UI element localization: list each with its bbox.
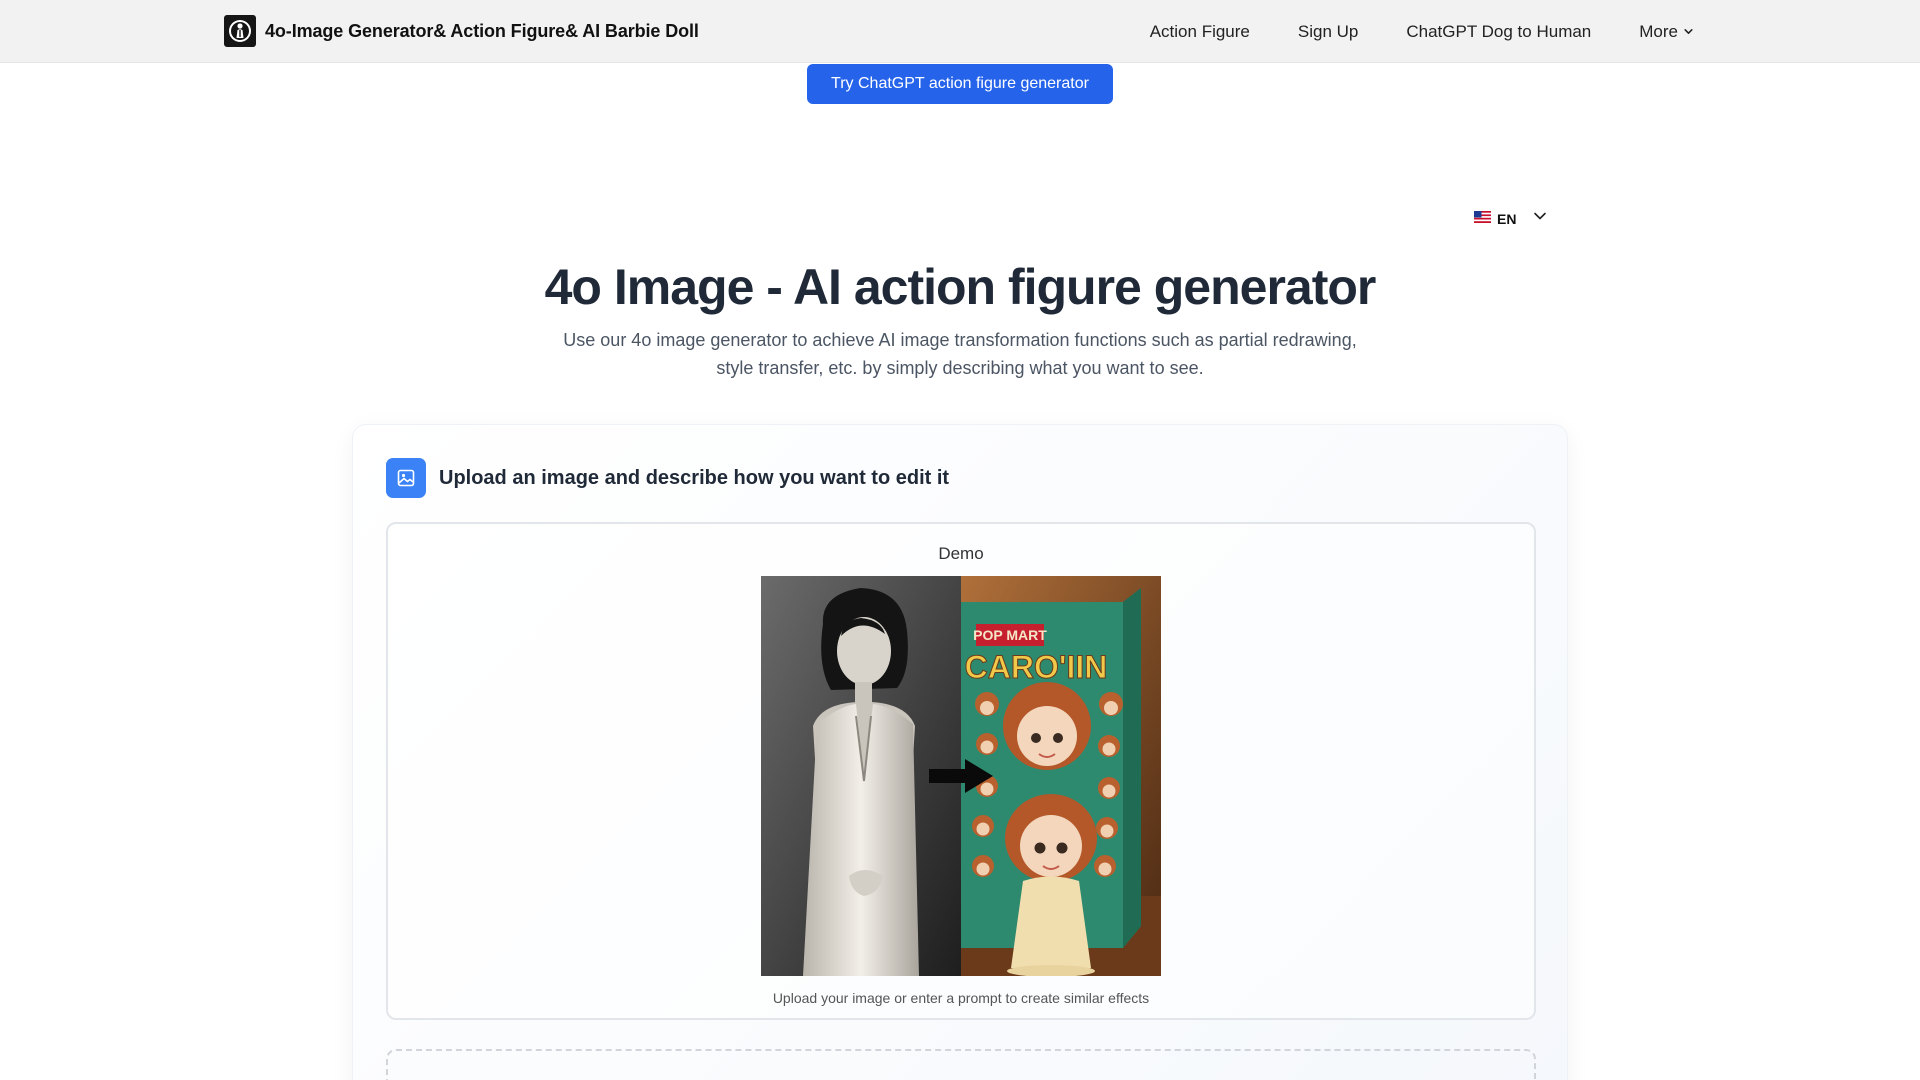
nav-link-label: Action Figure [1149,21,1250,41]
language-selector[interactable]: EN [1474,208,1548,229]
nav-more-dropdown[interactable]: More [1639,22,1694,42]
demo-image: POP MART CARO'IIN [761,576,1161,976]
top-navigation: 4o-Image Generator& Action Figure& AI Ba… [0,0,1920,63]
nav-link-label: Sign Up [1297,21,1359,41]
chevron-down-icon [1532,208,1548,229]
chevron-down-icon [1683,22,1694,42]
nav-link-label: More [1639,21,1678,41]
try-action-figure-button[interactable]: Try ChatGPT action figure generator [807,64,1113,104]
demo-label: Demo [938,544,984,563]
box-title-text: CARO'IIN [965,649,1108,685]
box-brand-text: POP MART [973,627,1047,643]
image-icon [386,458,426,498]
main-nav: Action Figure Sign Up ChatGPT Dog to Hum… [1150,0,1694,63]
editor-title: Upload an image and describe how you wan… [439,466,950,489]
page-subtitle: Use our 4o image generator to achieve AI… [563,330,1357,378]
editor-panel: Upload an image and describe how you wan… [352,424,1568,1080]
brand-name: 4o-Image Generator& Action Figure& AI Ba… [265,20,699,41]
nav-link-action-figure[interactable]: Action Figure [1150,22,1250,42]
upload-dropzone[interactable] [386,1049,1536,1080]
nav-link-sign-up[interactable]: Sign Up [1298,22,1358,42]
nav-link-label: ChatGPT Dog to Human [1406,21,1592,41]
brand-link[interactable]: 4o-Image Generator& Action Figure& AI Ba… [224,15,699,47]
figure-logo-icon [224,15,256,47]
language-code: EN [1497,210,1517,227]
demo-box: Demo POP MART CARO'IIN Upload your image… [386,522,1536,1020]
editor-header: Upload an image and describe how you wan… [386,458,949,498]
nav-link-dog-to-human[interactable]: ChatGPT Dog to Human [1406,22,1591,42]
page-title: 4o Image - AI action figure generator [544,259,1377,315]
demo-caption: Upload your image or enter a prompt to c… [772,990,1150,1006]
us-flag-icon [1474,210,1491,228]
